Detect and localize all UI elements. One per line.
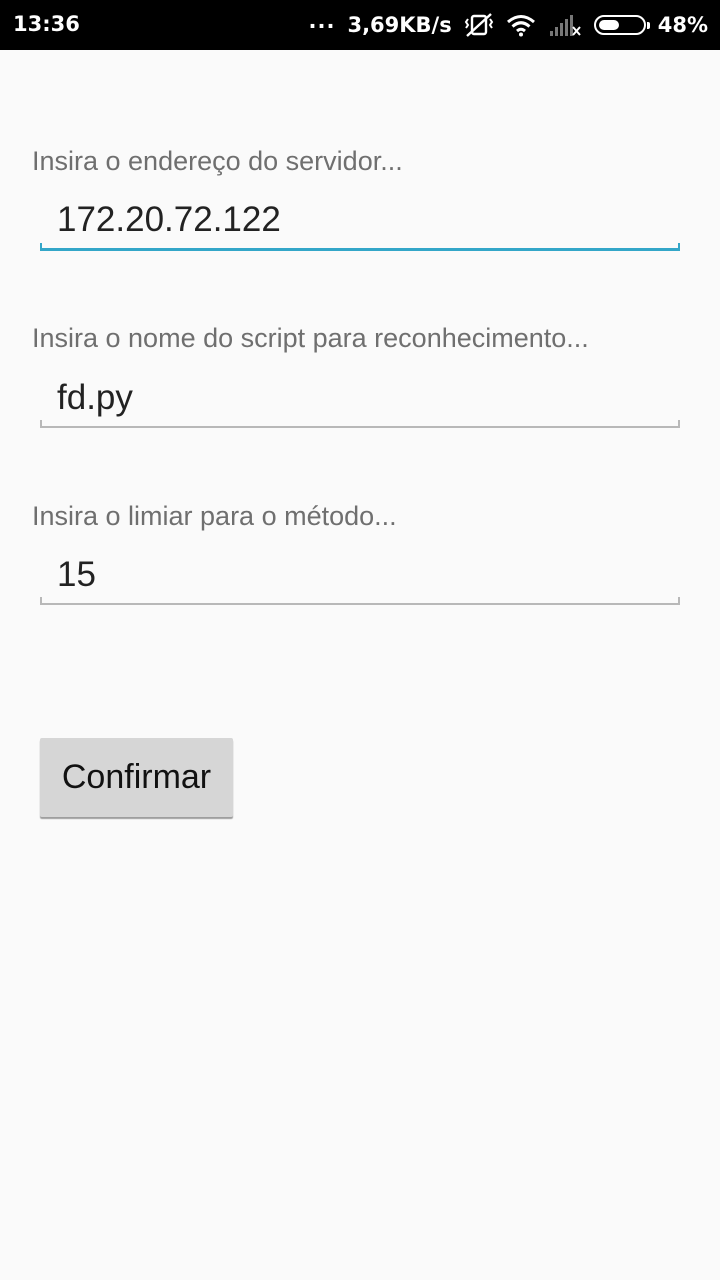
status-bar: 13:36 ... 3,69KB/s 48% <box>0 0 720 50</box>
threshold-input[interactable] <box>40 545 680 605</box>
server-address-underline <box>40 243 680 251</box>
status-right-group: ... 3,69KB/s 48% <box>309 0 708 50</box>
network-speed: 3,69KB/s <box>347 13 452 37</box>
wifi-icon <box>506 13 536 37</box>
script-name-underline <box>40 420 680 428</box>
server-address-input[interactable] <box>40 190 680 250</box>
status-time: 13:36 <box>13 12 80 36</box>
battery-frame <box>593 15 650 35</box>
script-name-input[interactable] <box>40 368 680 428</box>
battery-percent: 48% <box>657 13 708 37</box>
threshold-underline <box>40 597 680 605</box>
vibrate-off-icon <box>464 11 494 39</box>
battery-tip <box>646 22 650 29</box>
server-address-label: Insira o endereço do servidor... <box>32 146 403 176</box>
battery-icon <box>593 15 650 35</box>
threshold-label: Insira o limiar para o método... <box>32 501 397 531</box>
more-notifications-indicator: ... <box>308 9 336 33</box>
battery-fill <box>598 20 619 30</box>
script-name-label: Insira o nome do script para reconhecime… <box>32 323 589 353</box>
signal-off-icon <box>548 12 582 38</box>
confirm-button[interactable]: Confirmar <box>40 738 233 817</box>
